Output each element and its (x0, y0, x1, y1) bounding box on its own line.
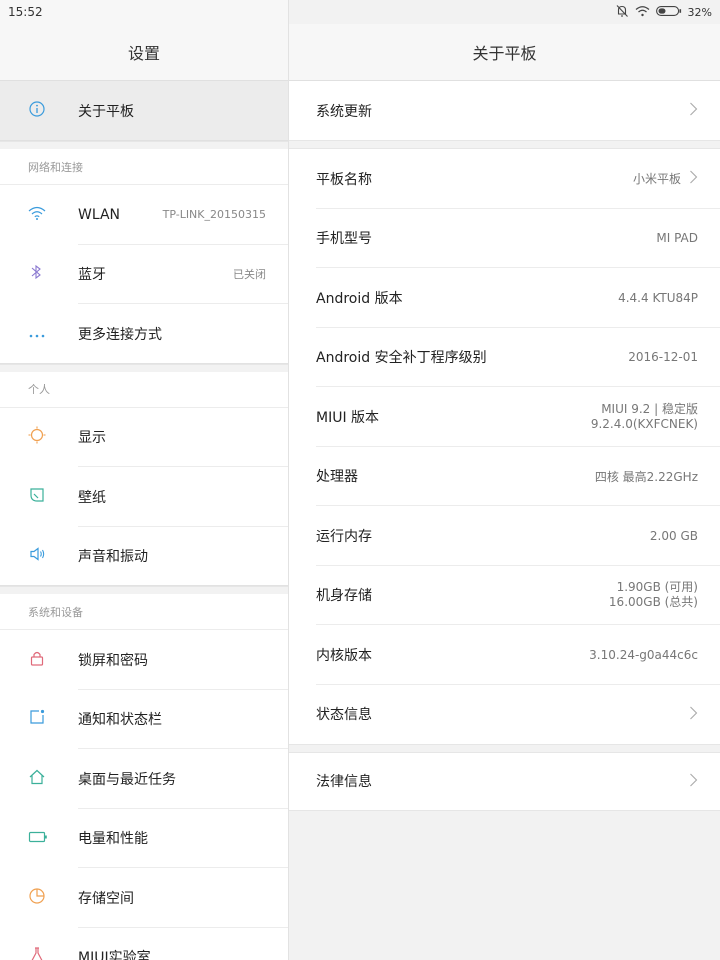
wallpaper-icon (28, 486, 46, 508)
row-label: 机身存储 (316, 588, 372, 605)
row-value: MI PAD (656, 231, 698, 246)
status-info-row[interactable]: 状态信息 (289, 685, 720, 744)
sidebar-item-home[interactable]: 桌面与最近任务 (0, 749, 288, 809)
storage-row: 机身存储 1.90GB (可用) 16.00GB (总共) (289, 566, 720, 626)
legal-info-row[interactable]: 法律信息 (289, 753, 720, 811)
chevron-right-icon (689, 170, 698, 187)
brightness-icon (28, 426, 46, 448)
miui-version-row[interactable]: MIUI 版本 MIUI 9.2 | 稳定版 9.2.4.0(KXFCNEK) (289, 387, 720, 447)
sidebar-item-label: 关于平板 (78, 103, 134, 120)
row-value: 2016-12-01 (628, 350, 698, 365)
sidebar-item-storage[interactable]: 存储空间 (0, 868, 288, 928)
sidebar-item-display[interactable]: 显示 (0, 407, 288, 467)
row-label: 状态信息 (316, 707, 372, 723)
ram-row: 运行内存 2.00 GB (289, 506, 720, 566)
status-time: 15:52 (8, 5, 43, 19)
info-icon (28, 100, 46, 122)
lab-flask-icon (28, 946, 46, 960)
sidebar-item-more-connections[interactable]: 更多连接方式 (0, 304, 288, 364)
sidebar-item-label: 通知和状态栏 (78, 712, 162, 729)
battery-status-icon (655, 5, 682, 20)
row-label: 平板名称 (316, 171, 372, 188)
row-value: 小米平板 (632, 172, 681, 187)
chevron-right-icon (689, 773, 698, 790)
battery-icon (28, 829, 48, 848)
wifi-icon (28, 205, 46, 225)
sidebar-item-label: 声音和振动 (78, 549, 148, 566)
storage-pie-icon (28, 887, 46, 909)
sidebar-item-wallpaper[interactable]: 壁纸 (0, 467, 288, 527)
status-bar-right: 32% (289, 0, 720, 24)
model-row: 手机型号 MI PAD (289, 209, 720, 269)
bluetooth-status: 已关闭 (233, 268, 266, 282)
row-label: 处理器 (316, 469, 358, 486)
row-value: MIUI 9.2 | 稳定版 (601, 401, 698, 416)
row-value: 4.4.4 KTU84P (618, 290, 698, 305)
settings-sidebar: 15:52 设置 关于平板 网络和连接 WLAN TP-LINK_2015031… (0, 0, 288, 960)
section-title-system: 系统和设备 (0, 594, 288, 630)
notification-icon (28, 708, 46, 730)
system-update-row[interactable]: 系统更新 (289, 81, 720, 140)
row-label: 法律信息 (316, 774, 372, 790)
wifi-status-icon (635, 5, 650, 20)
chevron-right-icon (689, 102, 698, 119)
row-value: 四核 最高2.22GHz (594, 469, 698, 484)
sidebar-item-lockscreen[interactable]: 锁屏和密码 (0, 630, 288, 690)
panel-title: 关于平板 (289, 24, 720, 81)
sidebar-item-label: MIUI实验室 (78, 950, 151, 960)
about-tablet-panel: 32% 关于平板 系统更新 平板名称 小米平板 手机型号 MI PAD Andr… (289, 0, 720, 960)
section-title-personal: 个人 (0, 371, 288, 408)
kernel-version-row: 内核版本 3.10.24-g0a44c6c (289, 625, 720, 685)
row-value-secondary: 16.00GB (总共) (608, 595, 698, 610)
sidebar-item-sound[interactable]: 声音和振动 (0, 526, 288, 586)
row-value: 3.10.24-g0a44c6c (589, 647, 698, 662)
sidebar-item-bluetooth[interactable]: 蓝牙 已关闭 (0, 244, 288, 304)
row-value: 1.90GB (可用) (616, 580, 698, 595)
status-bar: 15:52 (0, 0, 288, 24)
bluetooth-icon (28, 263, 44, 285)
more-dots-icon (28, 324, 46, 343)
row-label: 内核版本 (316, 647, 372, 664)
sidebar-item-label: 电量和性能 (78, 831, 148, 848)
battery-percent: 32% (687, 5, 712, 19)
sidebar-item-label: 显示 (78, 430, 106, 447)
row-label: MIUI 版本 (316, 409, 380, 426)
wlan-network-name: TP-LINK_20150315 (162, 208, 266, 222)
speaker-icon (28, 545, 46, 567)
security-patch-row: Android 安全补丁程序级别 2016-12-01 (289, 328, 720, 388)
row-value-secondary: 9.2.4.0(KXFCNEK) (590, 416, 698, 431)
sidebar-item-battery[interactable]: 电量和性能 (0, 808, 288, 868)
row-label: 系统更新 (316, 103, 372, 120)
mute-bell-icon (615, 4, 629, 21)
section-title-network: 网络和连接 (0, 149, 288, 185)
row-label: 手机型号 (316, 231, 372, 248)
sidebar-item-label: WLAN (78, 206, 121, 223)
sidebar-item-label: 桌面与最近任务 (78, 771, 176, 788)
home-icon (28, 768, 46, 790)
sidebar-item-miui-lab[interactable]: MIUI实验室 (0, 927, 288, 960)
sidebar-item-about-tablet[interactable]: 关于平板 (0, 81, 288, 141)
lock-icon (28, 649, 46, 671)
row-label: 运行内存 (316, 528, 372, 545)
sidebar-title: 设置 (0, 24, 288, 81)
sidebar-item-notifications[interactable]: 通知和状态栏 (0, 689, 288, 749)
processor-row: 处理器 四核 最高2.22GHz (289, 447, 720, 507)
row-label: Android 安全补丁程序级别 (316, 350, 487, 367)
sidebar-item-label: 存储空间 (78, 890, 134, 907)
sidebar-item-label: 锁屏和密码 (78, 652, 148, 669)
sidebar-item-label: 蓝牙 (78, 267, 106, 284)
sidebar-item-wlan[interactable]: WLAN TP-LINK_20150315 (0, 185, 288, 245)
sidebar-item-label: 更多连接方式 (78, 326, 162, 343)
android-version-row[interactable]: Android 版本 4.4.4 KTU84P (289, 268, 720, 328)
chevron-right-icon (689, 706, 698, 723)
sidebar-item-label: 壁纸 (78, 489, 106, 506)
row-value: 2.00 GB (649, 528, 698, 543)
tablet-name-row[interactable]: 平板名称 小米平板 (289, 149, 720, 209)
row-label: Android 版本 (316, 290, 403, 307)
